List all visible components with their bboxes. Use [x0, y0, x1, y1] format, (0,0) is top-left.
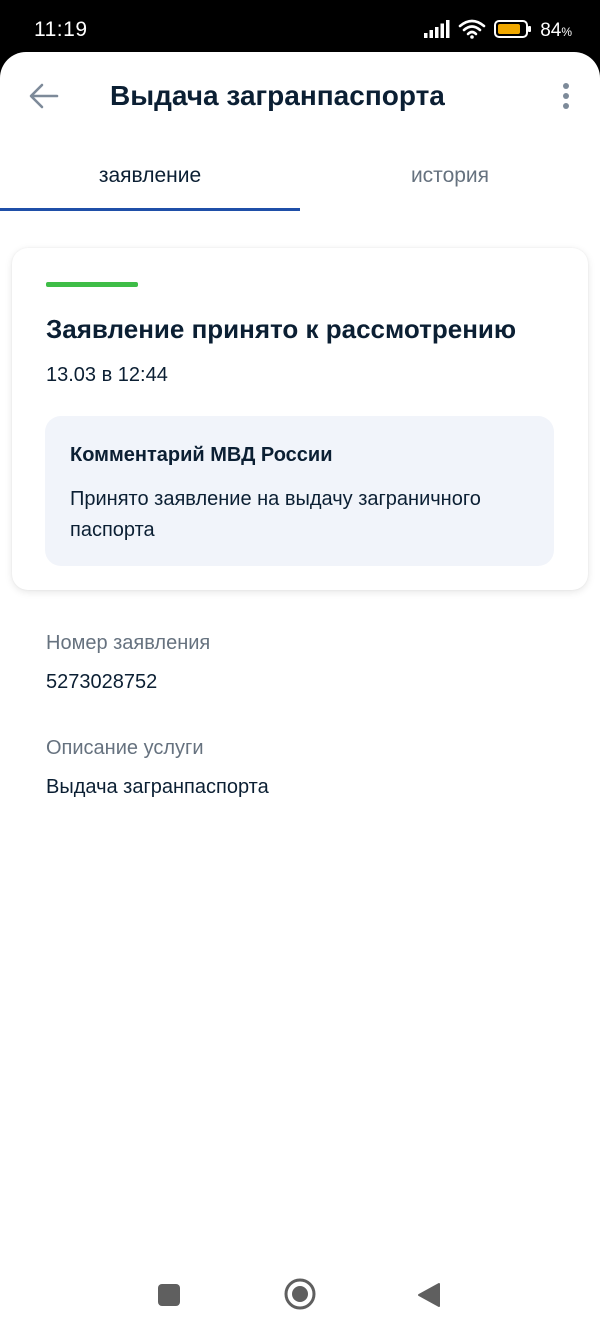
triangle-back-icon [417, 1282, 441, 1313]
home-button[interactable] [281, 1277, 319, 1315]
service-description-value: Выдача загранпаспорта [46, 776, 269, 798]
application-number-value: 5273028752 [46, 671, 158, 693]
page-title: Выдача загранпаспорта [110, 80, 445, 111]
status-bar: 11:19 84% [0, 0, 600, 58]
recents-button[interactable] [152, 1280, 186, 1314]
arrow-left-icon [29, 83, 59, 114]
circle-icon [284, 1278, 316, 1315]
square-icon [157, 1283, 181, 1312]
ministry-comment-box: Комментарий МВД России Принято заявление… [45, 416, 554, 566]
tab-bar: заявление история [0, 162, 600, 212]
battery-percent-value: 84 [540, 20, 562, 41]
system-back-button[interactable] [412, 1280, 446, 1314]
battery-percent-suffix: % [561, 25, 572, 39]
service-description-label: Описание услуги [46, 737, 204, 759]
comment-title: Комментарий МВД России [70, 444, 333, 466]
battery-percent: 84% [540, 20, 572, 42]
status-icons: 84% [424, 18, 572, 44]
top-app-bar: Выдача загранпаспорта [0, 52, 600, 148]
application-status-card: Заявление принято к рассмотрению 13.03 в… [12, 248, 588, 590]
wifi-icon [458, 19, 486, 44]
comment-text: Принято заявление на выдачу заграничного… [70, 488, 481, 541]
application-number-label: Номер заявления [46, 632, 211, 654]
tab-history[interactable]: история [300, 162, 600, 210]
app-screen: Выдача загранпаспорта заявление история … [0, 52, 600, 1332]
system-navigation-bar [0, 1277, 600, 1332]
active-tab-indicator [0, 208, 300, 211]
back-button[interactable] [24, 78, 64, 118]
status-title: Заявление принято к рассмотрению [46, 314, 517, 344]
more-vertical-icon [562, 82, 570, 115]
signal-icon [424, 19, 450, 43]
more-options-button[interactable] [552, 78, 580, 118]
status-indicator-line [46, 282, 138, 287]
tab-application[interactable]: заявление [0, 162, 300, 210]
status-date: 13.03 в 12:44 [46, 364, 168, 386]
battery-icon [494, 19, 532, 44]
status-time: 11:19 [34, 18, 88, 41]
